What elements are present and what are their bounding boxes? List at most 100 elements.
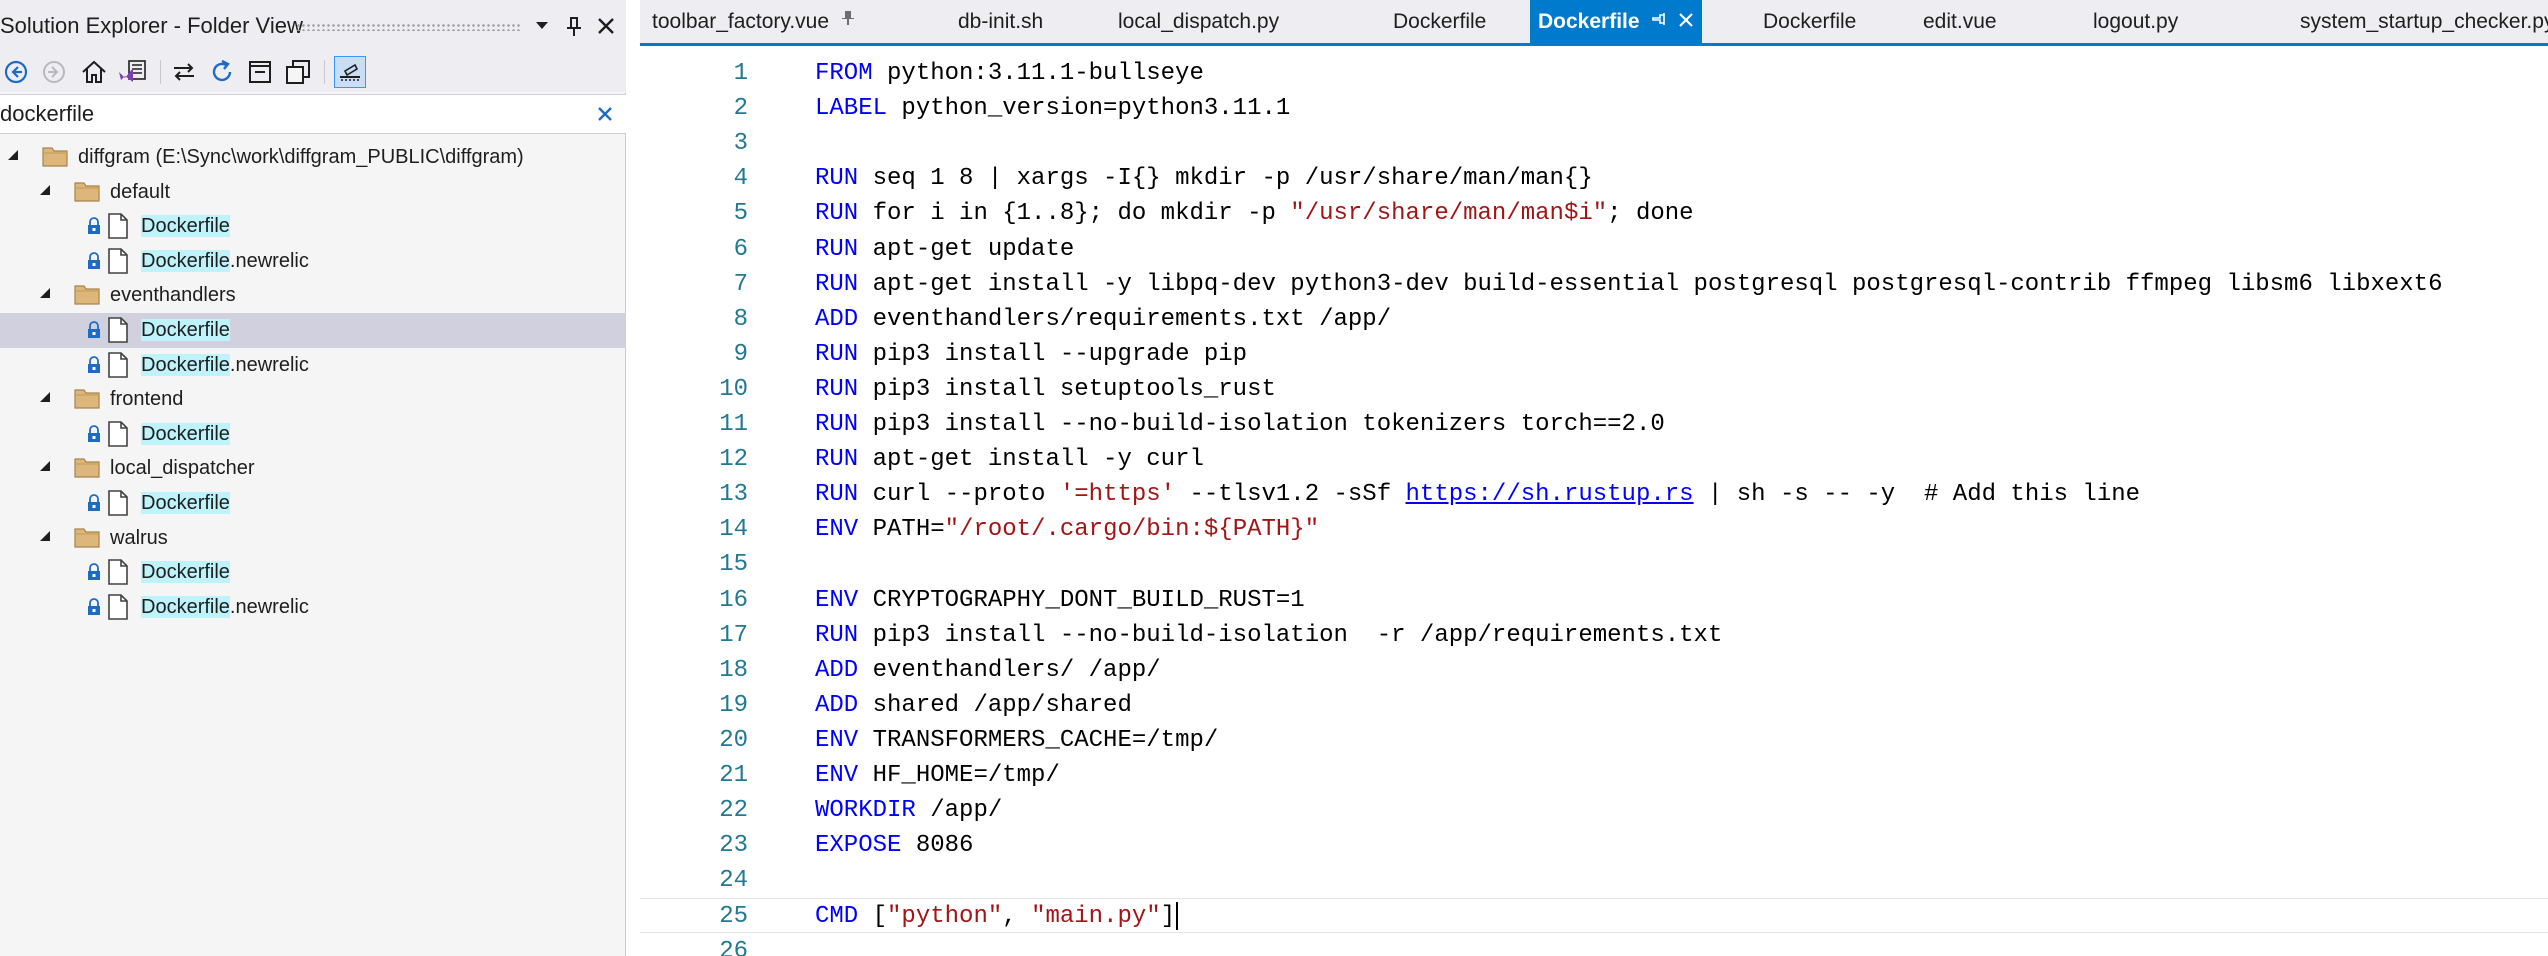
- drag-grip[interactable]: [296, 23, 520, 31]
- tree-file-item[interactable]: Dockerfile: [0, 555, 626, 590]
- properties-icon[interactable]: [334, 56, 366, 88]
- tree-file-item[interactable]: Dockerfile.newrelic: [0, 244, 626, 279]
- code-text[interactable]: ENV TRANSFORMERS_CACHE=/tmp/: [815, 723, 1218, 758]
- code-line[interactable]: 19 ADD shared /app/shared: [640, 688, 2548, 723]
- code-line[interactable]: 16 ENV CRYPTOGRAPHY_DONT_BUILD_RUST=1: [640, 583, 2548, 618]
- code-line[interactable]: 21 ENV HF_HOME=/tmp/: [640, 758, 2548, 793]
- code-text[interactable]: FROM python:3.11.1-bullseye: [815, 56, 1204, 91]
- code-text[interactable]: RUN for i in {1..8}; do mkdir -p "/usr/s…: [815, 196, 1694, 231]
- code-line[interactable]: 10 RUN pip3 install setuptools_rust: [640, 372, 2548, 407]
- code-text[interactable]: ENV PATH="/root/.cargo/bin:${PATH}": [815, 512, 1319, 547]
- code-line[interactable]: 7 RUN apt-get install -y libpq-dev python…: [640, 267, 2548, 302]
- expand-arrow-icon[interactable]: [36, 388, 54, 406]
- home-icon[interactable]: [78, 56, 110, 88]
- file-icon: [108, 559, 128, 585]
- code-line[interactable]: 13 RUN curl --proto '=https' --tlsv1.2 -s…: [640, 477, 2548, 512]
- code-text[interactable]: ADD eventhandlers/ /app/: [815, 653, 1161, 688]
- code-line[interactable]: 24: [640, 863, 2548, 898]
- code-text[interactable]: RUN pip3 install setuptools_rust: [815, 372, 1276, 407]
- tree-file-item[interactable]: Dockerfile.newrelic: [0, 348, 626, 383]
- tab[interactable]: Dockerfile: [1355, 0, 1486, 46]
- code-text[interactable]: ADD eventhandlers/requirements.txt /app/: [815, 302, 1391, 337]
- code-line[interactable]: 4 RUN seq 1 8 | xargs -I{} mkdir -p /usr/…: [640, 161, 2548, 196]
- code-text[interactable]: RUN apt-get update: [815, 232, 1074, 267]
- show-all-files-icon[interactable]: [282, 56, 314, 88]
- code-line[interactable]: 2 LABEL python_version=python3.11.1: [640, 91, 2548, 126]
- code-text[interactable]: ENV CRYPTOGRAPHY_DONT_BUILD_RUST=1: [815, 583, 1305, 618]
- expand-arrow-icon[interactable]: [36, 181, 54, 199]
- code-text[interactable]: ADD shared /app/shared: [815, 688, 1132, 723]
- pin-icon[interactable]: [1651, 0, 1668, 44]
- tree-folder-item[interactable]: default: [0, 175, 626, 210]
- tree-file-item[interactable]: Dockerfile: [0, 209, 626, 244]
- tree-folder-item[interactable]: eventhandlers: [0, 278, 626, 313]
- pin-icon[interactable]: [841, 0, 855, 44]
- code-line[interactable]: 9 RUN pip3 install --upgrade pip: [640, 337, 2548, 372]
- tab[interactable]: local_dispatch.py: [1080, 0, 1279, 46]
- code-text[interactable]: CMD ["python", "main.py"]: [815, 899, 1179, 934]
- tree-folder-item[interactable]: local_dispatcher: [0, 451, 626, 486]
- tab[interactable]: logout.py: [2055, 0, 2178, 46]
- tree-file-item[interactable]: Dockerfile: [0, 417, 626, 452]
- tree-folder-item[interactable]: walrus: [0, 521, 626, 556]
- tree-root-item[interactable]: diffgram (E:\Sync\work\diffgram_PUBLIC\d…: [0, 140, 626, 175]
- tab[interactable]: system_startup_checker.py: [2262, 0, 2548, 46]
- back-icon[interactable]: [0, 56, 32, 88]
- tab[interactable]: toolbar_factory.vue: [640, 0, 855, 46]
- tab-active[interactable]: Dockerfile: [1530, 0, 1702, 46]
- code-line[interactable]: 3: [640, 126, 2548, 161]
- refresh-icon[interactable]: [206, 56, 238, 88]
- code-text[interactable]: RUN seq 1 8 | xargs -I{} mkdir -p /usr/s…: [815, 161, 1593, 196]
- sync-icon[interactable]: [168, 56, 200, 88]
- search-input[interactable]: [0, 99, 580, 129]
- code-text[interactable]: RUN curl --proto '=https' --tlsv1.2 -sSf…: [815, 477, 2140, 512]
- code-text[interactable]: RUN apt-get install -y libpq-dev python3…: [815, 267, 2442, 302]
- code-text[interactable]: RUN pip3 install --no-build-isolation to…: [815, 407, 1665, 442]
- tree-file-item[interactable]: Dockerfile.newrelic: [0, 590, 626, 625]
- code-line[interactable]: 23 EXPOSE 8086: [640, 828, 2548, 863]
- dropdown-icon[interactable]: [528, 12, 556, 40]
- code-text[interactable]: RUN apt-get install -y curl: [815, 442, 1204, 477]
- tab[interactable]: Dockerfile: [1725, 0, 1856, 46]
- tree-file-item[interactable]: Dockerfile: [0, 313, 626, 348]
- code-line[interactable]: 5 RUN for i in {1..8}; do mkdir -p "/usr/…: [640, 196, 2548, 231]
- vs-solution-icon[interactable]: [116, 56, 148, 88]
- code-line[interactable]: 22 WORKDIR /app/: [640, 793, 2548, 828]
- code-line[interactable]: 20 ENV TRANSFORMERS_CACHE=/tmp/: [640, 723, 2548, 758]
- code-editor[interactable]: 1 FROM python:3.11.1-bullseye 2 LABEL pytho…: [640, 46, 2548, 956]
- expand-arrow-icon[interactable]: [36, 527, 54, 545]
- text-token: curl --proto: [858, 481, 1060, 509]
- close-icon[interactable]: [592, 12, 620, 40]
- close-tab-icon[interactable]: [1678, 0, 1694, 44]
- code-text[interactable]: WORKDIR /app/: [815, 793, 1002, 828]
- code-line[interactable]: 12 RUN apt-get install -y curl: [640, 442, 2548, 477]
- pin-icon[interactable]: [560, 12, 588, 40]
- code-line[interactable]: 6 RUN apt-get update: [640, 232, 2548, 267]
- code-text[interactable]: LABEL python_version=python3.11.1: [815, 91, 1290, 126]
- code-text[interactable]: ENV HF_HOME=/tmp/: [815, 758, 1060, 793]
- code-line[interactable]: 15: [640, 547, 2548, 582]
- expand-arrow-icon[interactable]: [4, 146, 22, 164]
- code-line[interactable]: 11 RUN pip3 install --no-build-isolation …: [640, 407, 2548, 442]
- code-line[interactable]: 25 CMD ["python", "main.py"]: [640, 898, 2548, 934]
- collapse-all-icon[interactable]: [244, 56, 276, 88]
- code-line[interactable]: 17 RUN pip3 install --no-build-isolation …: [640, 618, 2548, 653]
- url-link[interactable]: https://sh.rustup.rs: [1406, 481, 1694, 508]
- tab[interactable]: db-init.sh: [920, 0, 1043, 46]
- code-text[interactable]: RUN pip3 install --upgrade pip: [815, 337, 1247, 372]
- code-line[interactable]: 18 ADD eventhandlers/ /app/: [640, 653, 2548, 688]
- tree-file-item[interactable]: Dockerfile: [0, 486, 626, 521]
- expand-arrow-icon[interactable]: [36, 457, 54, 475]
- code-text[interactable]: EXPOSE 8086: [815, 828, 973, 863]
- tab[interactable]: edit.vue: [1885, 0, 1997, 46]
- code-text[interactable]: RUN pip3 install --no-build-isolation -r…: [815, 618, 1722, 653]
- code-line[interactable]: 26: [640, 934, 2548, 956]
- code-line[interactable]: 8 ADD eventhandlers/requirements.txt /app…: [640, 302, 2548, 337]
- forward-icon[interactable]: [38, 56, 70, 88]
- tree-folder-item[interactable]: frontend: [0, 382, 626, 417]
- code-line[interactable]: 14 ENV PATH="/root/.cargo/bin:${PATH}": [640, 512, 2548, 547]
- line-number: 3: [733, 130, 748, 158]
- code-line[interactable]: 1 FROM python:3.11.1-bullseye: [640, 56, 2548, 91]
- clear-search-icon[interactable]: [592, 101, 618, 127]
- expand-arrow-icon[interactable]: [36, 284, 54, 302]
